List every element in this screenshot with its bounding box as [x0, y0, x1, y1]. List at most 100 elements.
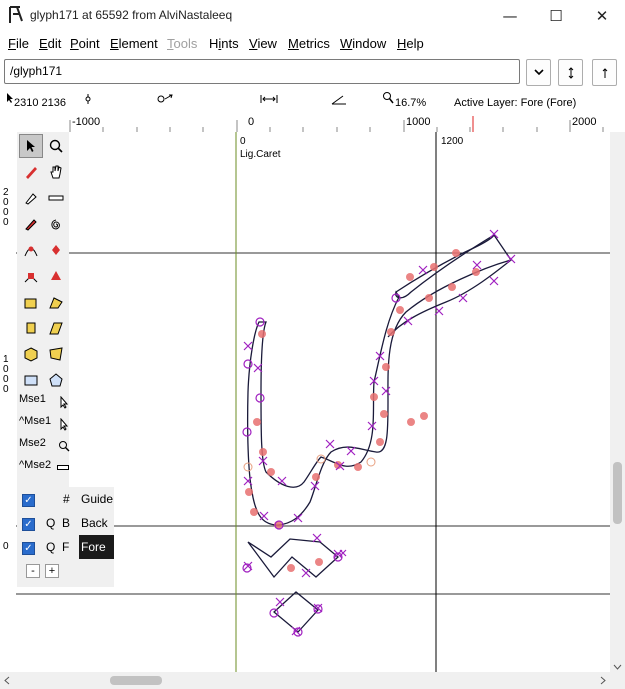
ruler-icon [57, 465, 69, 470]
curve-point-icon [24, 246, 38, 257]
freehand-tool[interactable] [19, 160, 43, 184]
scroll-tool[interactable] [44, 160, 68, 184]
guide-layer-toggle[interactable]: # [63, 492, 70, 506]
tangent-point-tool[interactable] [44, 264, 68, 288]
flip-tool[interactable] [44, 290, 68, 314]
fore-layer-name[interactable]: Fore [79, 535, 114, 559]
close-button[interactable]: ✕ [579, 0, 625, 31]
horizontal-scrollbar[interactable] [0, 672, 625, 689]
guide-layer-name[interactable]: Guide [81, 492, 113, 506]
scale-tool[interactable] [19, 290, 43, 314]
curve-point-tool[interactable] [19, 238, 43, 262]
fore-layer-checkbox[interactable]: ✓ [22, 542, 35, 555]
vertical-scroll-thumb[interactable] [613, 462, 622, 524]
rotate-icon [157, 94, 173, 103]
rotate-tool[interactable] [19, 316, 43, 340]
glyph-canvas[interactable]: 0 Lig.Caret 1200 [16, 132, 610, 672]
ruler-icon [48, 195, 64, 201]
corner-point-tool[interactable] [19, 264, 43, 288]
magnifier-icon [59, 441, 70, 452]
back-layer-name[interactable]: Back [81, 516, 108, 530]
magnifier-icon [49, 139, 63, 153]
back-layer-type[interactable]: B [62, 516, 70, 530]
minimize-button[interactable]: — [487, 0, 533, 31]
skew-tool[interactable] [44, 316, 68, 340]
menu-element[interactable]: Element [110, 36, 158, 51]
add-layer-button[interactable]: + [45, 564, 59, 578]
fore-layer-type[interactable]: F [62, 540, 69, 554]
back-layer-checkbox[interactable]: ✓ [22, 518, 35, 531]
glyph-name-input[interactable]: /glyph171 [4, 59, 520, 84]
perspective-tool[interactable] [44, 342, 68, 366]
up-arrow-icon [602, 67, 607, 78]
spiral-icon [51, 219, 60, 230]
vertical-arrow-icon [568, 66, 573, 79]
mouse2-label: Mse2 [19, 437, 46, 449]
ruler-label: 0 [248, 116, 255, 128]
pentagon-icon [49, 373, 63, 387]
origin-label: 0 [240, 136, 246, 147]
vertical-ruler: 2 0 0 0 1 0 0 0 0 [0, 132, 17, 672]
ctrl-mouse1-label: ^Mse1 [19, 415, 52, 427]
pen-nib-icon [25, 193, 37, 205]
diamond-point-icon [52, 245, 60, 255]
mouse1-label: Mse1 [19, 393, 46, 405]
ctrl-mouse2-label: ^Mse2 [19, 459, 52, 471]
pointer-tool[interactable] [19, 134, 43, 158]
distance-icon [260, 95, 278, 103]
horizontal-scroll-thumb[interactable] [110, 676, 162, 685]
rotate-shape-icon [26, 322, 36, 334]
vertical-metrics-button[interactable] [558, 59, 583, 86]
chevron-down-icon[interactable] [613, 664, 622, 670]
menu-tools: Tools [167, 36, 198, 51]
menu-edit[interactable]: Edit [39, 36, 61, 51]
ruler-label: 1000 [406, 116, 431, 128]
hv-curve-tool[interactable] [44, 238, 68, 262]
horizontal-ruler: -1000 0 1000 2000 [0, 116, 625, 133]
vertical-scrollbar[interactable] [610, 132, 625, 672]
flip-icon [49, 297, 63, 309]
scale-icon [24, 298, 37, 309]
ruler-label: 0 [3, 384, 9, 395]
fore-layer-quadratic[interactable]: Q [46, 540, 55, 554]
tangent-point-icon [51, 271, 61, 280]
title-bar: glyph171 at 65592 from AlviNastaleeq — ☐… [0, 0, 625, 31]
3d-rotate-tool[interactable] [19, 342, 43, 366]
fontforge-app-icon [9, 6, 23, 23]
skew-icon [49, 322, 63, 335]
magnify-tool[interactable] [44, 134, 68, 158]
pointer-icon [60, 418, 69, 431]
cube-icon [24, 347, 38, 362]
advance-width-label: 1200 [441, 136, 464, 147]
menu-view[interactable]: View [249, 36, 277, 51]
polygon-tool[interactable] [44, 368, 68, 392]
active-layer-indicator: Active Layer: Fore (Fore) [454, 97, 577, 109]
menu-point[interactable]: Point [70, 36, 100, 51]
menu-metrics[interactable]: Metrics [288, 36, 330, 51]
spiro-tool[interactable] [44, 212, 68, 236]
status-bar: 2310 2136 16.7% Active Layer: Fore (Fore… [0, 88, 625, 116]
pointer-icon [27, 140, 35, 152]
corner-point-icon [24, 273, 38, 283]
ruler-tool[interactable] [44, 186, 68, 210]
chevron-left-icon[interactable] [4, 676, 10, 685]
menu-file[interactable]: File [8, 36, 29, 51]
glyph-dropdown-button[interactable] [526, 59, 551, 86]
chevron-right-icon[interactable] [600, 676, 606, 685]
pen-tool[interactable] [19, 212, 43, 236]
knife-tool[interactable] [19, 186, 43, 210]
rectangle-tool[interactable] [19, 368, 43, 392]
menu-window[interactable]: Window [340, 36, 386, 51]
window-title: glyph171 at 65592 from AlviNastaleeq [30, 8, 233, 22]
menu-help[interactable]: Help [397, 36, 424, 51]
menu-hints[interactable]: Hints [209, 36, 239, 51]
cursor-coordinates: 2310 2136 [14, 97, 66, 109]
maximize-button[interactable]: ☐ [533, 0, 579, 31]
tool-palette: Mse1 ^Mse1 Mse2 ^Mse2 [17, 132, 70, 487]
guide-layer-checkbox[interactable]: ✓ [22, 494, 35, 507]
back-layer-quadratic[interactable]: Q [46, 516, 55, 530]
angle-icon [331, 95, 346, 105]
glyph-outline-drawing [16, 132, 610, 672]
remove-layer-button[interactable]: - [26, 564, 40, 578]
up-arrow-button[interactable] [592, 59, 617, 86]
